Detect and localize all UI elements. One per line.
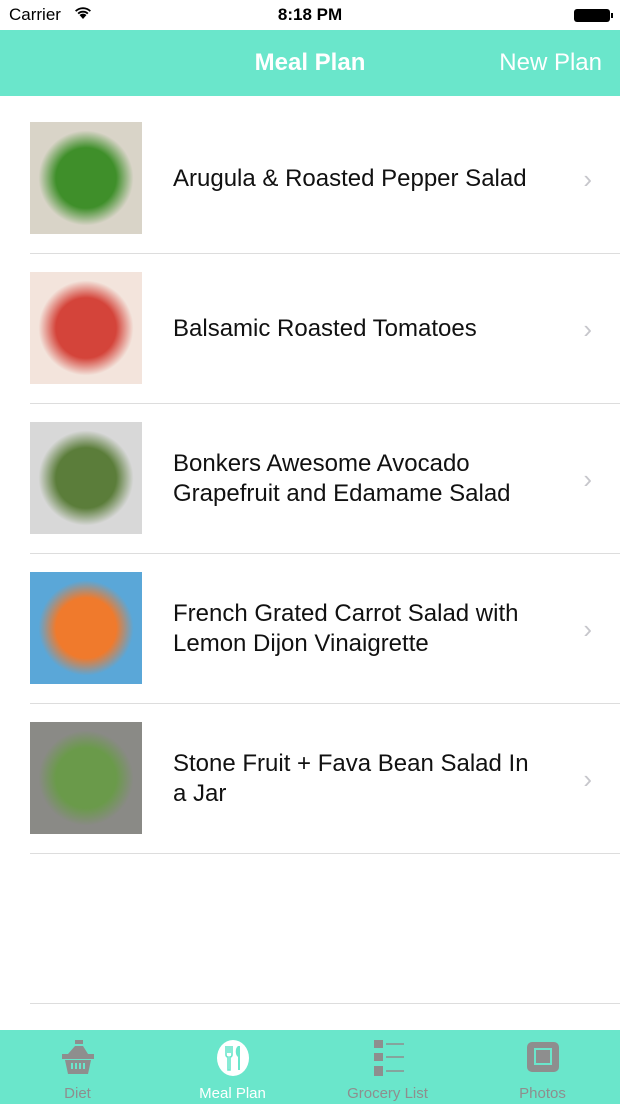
meal-thumbnail: [30, 722, 142, 834]
chevron-right-icon: ›: [583, 314, 592, 344]
meal-title: French Grated Carrot Salad with Lemon Di…: [173, 600, 519, 657]
meal-thumbnail: [30, 422, 142, 534]
tab-photos[interactable]: Photos: [465, 1030, 620, 1104]
chevron-right-icon: ›: [583, 464, 592, 494]
meal-title: Bonkers Awesome Avocado Grapefruit and E…: [173, 450, 511, 507]
empty-row: [30, 854, 620, 1004]
tab-bar: Diet Meal Plan Grocery List Photos: [0, 1030, 620, 1104]
meal-row[interactable]: Arugula & Roasted Pepper Salad ›: [30, 104, 620, 254]
meal-row[interactable]: French Grated Carrot Salad with Lemon Di…: [30, 554, 620, 704]
navigation-bar: Meal Plan New Plan: [0, 30, 620, 96]
meal-thumbnail: [30, 572, 142, 684]
meal-title: Stone Fruit + Fava Bean Salad In a Jar: [173, 750, 529, 807]
chevron-right-icon: ›: [583, 164, 592, 194]
fork-knife-icon: [217, 1040, 249, 1076]
meal-thumbnail: [30, 272, 142, 384]
new-plan-button[interactable]: New Plan: [499, 49, 602, 77]
meal-title: Arugula & Roasted Pepper Salad: [173, 165, 527, 192]
meal-row[interactable]: Bonkers Awesome Avocado Grapefruit and E…: [30, 404, 620, 554]
checklist-icon: [374, 1040, 404, 1076]
chevron-right-icon: ›: [583, 764, 592, 794]
meal-thumbnail: [30, 122, 142, 234]
meal-row[interactable]: Balsamic Roasted Tomatoes ›: [30, 254, 620, 404]
meal-row[interactable]: Stone Fruit + Fava Bean Salad In a Jar ›: [30, 704, 620, 854]
meal-list: Arugula & Roasted Pepper Salad › Balsamic…: [0, 104, 620, 1004]
meal-title: Balsamic Roasted Tomatoes: [173, 315, 477, 342]
basket-icon: [62, 1040, 94, 1074]
tab-meal-plan[interactable]: Meal Plan: [155, 1030, 310, 1104]
tab-label: Meal Plan: [199, 1085, 266, 1102]
tab-diet[interactable]: Diet: [0, 1030, 155, 1104]
battery-icon: [574, 9, 613, 22]
photo-frame-icon: [527, 1042, 559, 1072]
tab-grocery-list[interactable]: Grocery List: [310, 1030, 465, 1104]
tab-label: Photos: [519, 1085, 566, 1102]
clock: 8:18 PM: [277, 5, 343, 24]
tab-label: Grocery List: [347, 1085, 428, 1102]
chevron-right-icon: ›: [583, 614, 592, 644]
tab-label: Diet: [64, 1085, 91, 1102]
status-bar: Carrier 8:18 PM: [0, 0, 620, 30]
